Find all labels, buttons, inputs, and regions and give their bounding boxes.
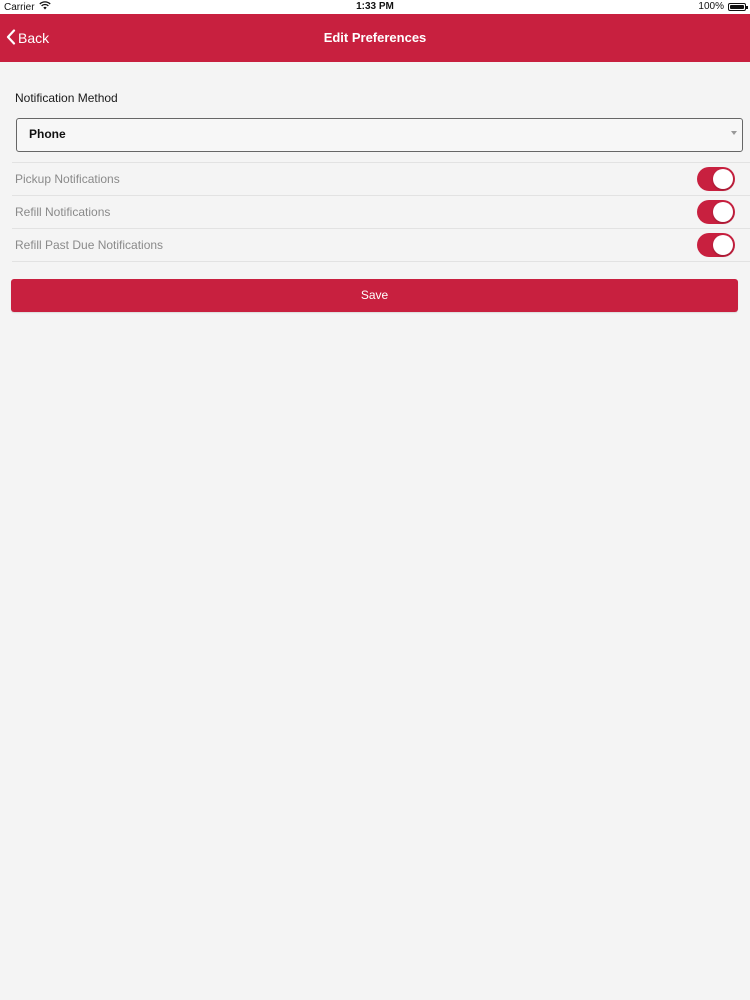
toggle-row-refill-past-due: Refill Past Due Notifications (12, 229, 750, 262)
page-title: Edit Preferences (323, 30, 427, 45)
battery-icon (728, 2, 748, 11)
switch-knob (713, 202, 733, 222)
notification-method-label: Notification Method (15, 91, 118, 105)
pickup-notifications-switch[interactable] (697, 167, 735, 191)
toggle-label: Refill Notifications (15, 205, 111, 219)
battery-percent: 100% (698, 1, 724, 12)
status-time: 1:33 PM (356, 1, 394, 12)
refill-past-due-notifications-switch[interactable] (697, 233, 735, 257)
caret-down-icon (731, 131, 737, 135)
toggle-row-refill: Refill Notifications (12, 196, 750, 229)
refill-notifications-switch[interactable] (697, 200, 735, 224)
switch-knob (713, 169, 733, 189)
notification-toggle-list: Pickup Notifications Refill Notification… (12, 162, 750, 262)
battery-fill (730, 4, 744, 9)
toggle-label: Refill Past Due Notifications (15, 238, 164, 252)
save-button[interactable]: Save (11, 279, 738, 312)
notification-method-select[interactable]: Phone (16, 118, 743, 152)
switch-knob (713, 235, 733, 255)
toggle-row-pickup: Pickup Notifications (12, 163, 750, 196)
toggle-label: Pickup Notifications (15, 172, 120, 186)
notification-method-value: Phone (29, 127, 66, 141)
navigation-bar: Back Edit Preferences (0, 14, 750, 62)
status-right: 100% (698, 1, 748, 12)
status-bar: Carrier 1:33 PM 100% (0, 0, 750, 14)
